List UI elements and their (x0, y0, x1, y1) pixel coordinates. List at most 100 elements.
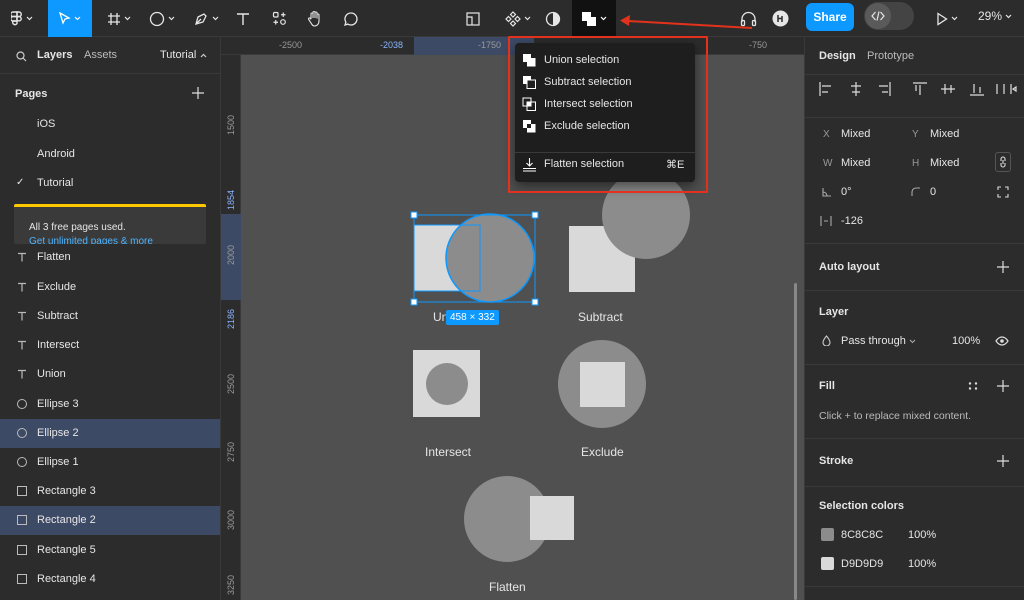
tab-design[interactable]: Design (819, 50, 856, 62)
h-input[interactable]: Mixed (930, 157, 959, 169)
search-icon[interactable] (16, 51, 27, 62)
frame-tool-button[interactable] (100, 0, 138, 37)
layer-row[interactable]: Flatten (0, 243, 220, 272)
color-swatch[interactable] (821, 557, 834, 570)
exclude-rectangle[interactable] (580, 362, 625, 407)
text-tool-icon (237, 12, 249, 25)
color-swatch[interactable] (821, 528, 834, 541)
chevron-down-icon (951, 16, 958, 21)
hand-tool-button[interactable] (302, 0, 328, 37)
main-menu-button[interactable] (0, 0, 44, 37)
share-button[interactable]: Share (806, 3, 854, 31)
x-input[interactable]: Mixed (841, 128, 870, 140)
rotation-input[interactable]: 0° (841, 186, 852, 198)
ruler-tick: 3000 (226, 509, 236, 531)
layer-opacity-input[interactable]: 100% (952, 335, 980, 347)
resources-button[interactable] (266, 0, 292, 37)
constrain-proportions-button[interactable] (995, 152, 1011, 172)
color-opacity[interactable]: 100% (908, 529, 936, 541)
add-stroke-plus-icon[interactable] (997, 455, 1009, 467)
layers-list: Flatten Exclude Subtract Intersect Union Elli… (0, 243, 220, 600)
intersect-ellipse[interactable] (426, 363, 468, 405)
add-page-plus-icon[interactable] (192, 87, 204, 99)
comment-tool-button[interactable] (338, 0, 364, 37)
component-button[interactable] (498, 0, 538, 37)
chevron-down-icon (124, 16, 131, 21)
boolean-operations-button[interactable] (572, 0, 616, 37)
resize-handle[interactable] (410, 211, 418, 219)
color-hex[interactable]: 8C8C8C (841, 529, 883, 541)
color-opacity[interactable]: 100% (908, 558, 936, 570)
layer-row[interactable]: Ellipse 1 (0, 448, 220, 477)
page-item-android[interactable]: Android (0, 140, 220, 166)
x-label: X (823, 129, 830, 140)
layer-row[interactable]: Rectangle 4 (0, 565, 220, 594)
user-avatar[interactable] (770, 0, 790, 37)
layer-row[interactable]: Ellipse 3 (0, 390, 220, 419)
audio-chat-button[interactable] (736, 0, 760, 37)
layer-row[interactable]: Union (0, 360, 220, 389)
rotation-icon (822, 188, 831, 197)
h-label: H (912, 158, 920, 169)
color-hex[interactable]: D9D9D9 (841, 558, 883, 570)
flatten-rectangle[interactable] (530, 496, 574, 540)
figma-logo-icon (11, 10, 22, 25)
zoom-menu-button[interactable]: 29% (978, 0, 1012, 32)
layer-row[interactable]: Intersect (0, 331, 220, 360)
ruler-tick: -2500 (279, 40, 303, 50)
pen-tool-button[interactable] (186, 0, 226, 37)
layer-row[interactable]: Subtract (0, 302, 220, 331)
move-tool-button[interactable] (48, 0, 92, 37)
mask-button[interactable] (540, 0, 566, 37)
layer-row[interactable]: Ellipse 2 (0, 419, 220, 448)
add-fill-plus-icon[interactable] (997, 380, 1009, 392)
independent-corners-icon[interactable] (997, 186, 1009, 198)
chevron-up-icon[interactable] (200, 53, 207, 58)
chevron-down-icon (1005, 14, 1012, 18)
ruler-tick: 1854 (226, 189, 236, 211)
layer-name: Ellipse 1 (37, 456, 79, 468)
blend-mode-select[interactable]: Pass through (841, 335, 906, 347)
layer-row[interactable]: Rectangle 3 (0, 477, 220, 506)
page-item-tutorial[interactable]: ✓ Tutorial (0, 169, 220, 195)
right-panel: Design Prototype X Mixed Y Mixed W Mixed… (804, 37, 1024, 600)
crop-frame-button[interactable] (460, 0, 486, 37)
dev-mode-toggle[interactable] (864, 2, 914, 30)
tab-prototype[interactable]: Prototype (867, 50, 914, 62)
layout-frame-icon (466, 11, 480, 26)
eye-visibility-icon[interactable] (995, 336, 1009, 346)
styles-grid-icon[interactable] (968, 382, 978, 390)
resize-handle[interactable] (410, 298, 418, 306)
resize-handle[interactable] (531, 298, 539, 306)
rectangle-layer-icon (16, 544, 28, 556)
text-tool-button[interactable] (230, 0, 256, 37)
tab-layers[interactable]: Layers (37, 49, 72, 61)
w-input[interactable]: Mixed (841, 157, 870, 169)
tab-assets[interactable]: Assets (84, 49, 117, 61)
page-label: Tutorial (37, 177, 74, 189)
add-auto-layout-plus-icon[interactable] (997, 261, 1009, 273)
chevron-down-icon (524, 16, 531, 21)
spacing-input[interactable]: -126 (841, 215, 863, 227)
layer-row[interactable]: Rectangle 5 (0, 536, 220, 565)
shape-tool-button[interactable] (142, 0, 182, 37)
alignment-toolbar[interactable] (819, 82, 1019, 96)
resize-handle[interactable] (531, 211, 539, 219)
page-item-ios[interactable]: iOS (0, 110, 220, 136)
pen-icon (195, 12, 207, 25)
file-name-menu[interactable]: Tutorial (160, 49, 196, 61)
layer-row[interactable]: Rectangle 2 (0, 506, 220, 535)
y-label: Y (912, 129, 919, 140)
present-button[interactable] (932, 0, 962, 37)
intersect-label: Intersect (425, 445, 472, 459)
toolbar: Share 29% (0, 0, 1024, 37)
layer-row[interactable]: Exclude (0, 273, 220, 302)
canvas-scrollbar[interactable] (794, 283, 797, 600)
ruler-tick: -2038 (380, 40, 404, 50)
text-layer-icon (16, 251, 28, 263)
hand-icon (307, 10, 320, 27)
layer-name: Flatten (37, 251, 71, 263)
y-input[interactable]: Mixed (930, 128, 959, 140)
corner-radius-input[interactable]: 0 (930, 186, 936, 198)
selection-colors-title: Selection colors (819, 500, 904, 512)
